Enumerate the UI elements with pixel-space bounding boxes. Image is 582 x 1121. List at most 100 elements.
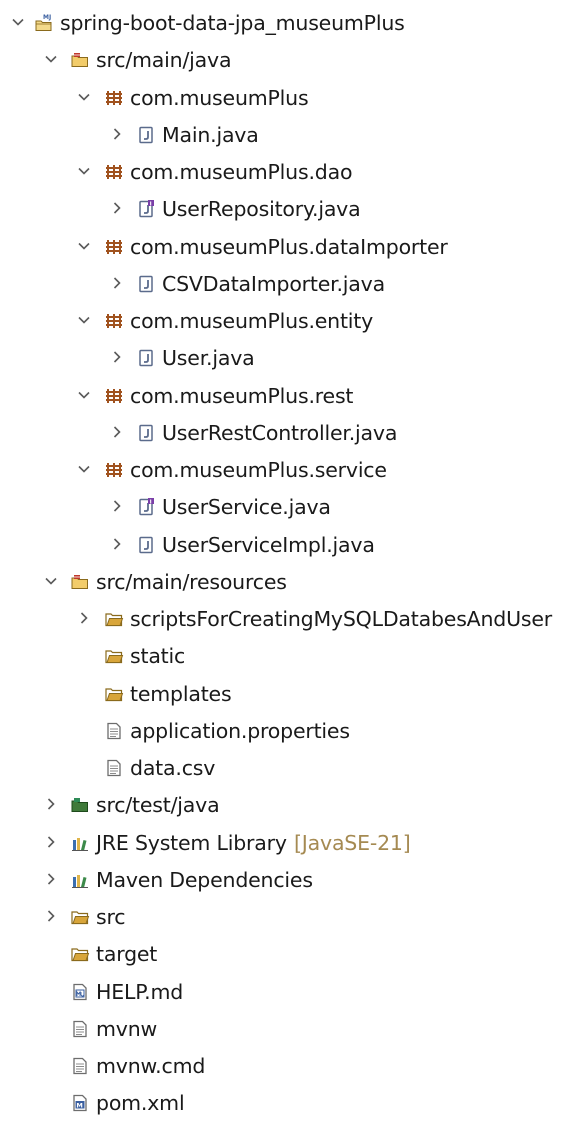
chevron-right-icon[interactable] xyxy=(108,125,126,143)
chevron-right-icon[interactable] xyxy=(108,199,126,217)
library-icon xyxy=(70,833,90,853)
tree-item-templates[interactable]: templates xyxy=(0,676,582,712)
tree-item-scriptsforcreatingmysqldatabesanduser[interactable]: scriptsForCreatingMySQLDatabesAndUser xyxy=(0,601,582,637)
tree-item-label: UserService.java xyxy=(162,495,331,520)
tree-item-com-museumplus-dataimporter[interactable]: com.museumPlus.dataImporter xyxy=(0,229,582,265)
tree-item-label: User.java xyxy=(162,346,255,371)
tree-item-decoration: [JavaSE-21] xyxy=(294,830,411,855)
chevron-right-icon[interactable] xyxy=(108,423,126,441)
tree-item-label: Maven Dependencies xyxy=(96,867,313,892)
tree-item-label: HELP.md xyxy=(96,979,184,1004)
chevron-down-icon[interactable] xyxy=(75,460,93,478)
tree-item-label: UserRepository.java xyxy=(162,197,361,222)
project-icon: MJ xyxy=(34,13,54,33)
maven-pom-file-icon: M xyxy=(70,1093,90,1113)
svg-text:I: I xyxy=(150,500,152,506)
java-interface-icon: I xyxy=(136,497,156,517)
java-class-icon xyxy=(136,125,156,145)
tree-item-userrepository-java[interactable]: I UserRepository.java xyxy=(0,191,582,227)
tree-item-label: static xyxy=(130,644,186,669)
folder-icon xyxy=(104,609,124,629)
tree-item-label: com.museumPlus.service xyxy=(130,458,387,482)
tree-item-application-properties[interactable]: application.properties xyxy=(0,713,582,749)
java-class-icon xyxy=(136,348,156,368)
tree-item-data-csv[interactable]: data.csv xyxy=(0,750,582,786)
chevron-right-icon[interactable] xyxy=(42,907,60,925)
java-class-icon xyxy=(136,423,156,443)
source-folder-icon xyxy=(70,50,90,70)
tree-item-src[interactable]: src xyxy=(0,899,582,935)
tree-item-src-main-java[interactable]: src/main/java xyxy=(0,42,582,78)
tree-item-mvnw[interactable]: mvnw xyxy=(0,1011,582,1047)
tree-item-src-test-java[interactable]: src/test/java xyxy=(0,787,582,823)
svg-text:MJ: MJ xyxy=(43,14,51,21)
package-icon xyxy=(104,237,124,257)
chevron-down-icon[interactable] xyxy=(75,311,93,329)
chevron-right-icon[interactable] xyxy=(42,795,60,813)
chevron-down-icon[interactable] xyxy=(75,162,93,180)
tree-item-static[interactable]: static xyxy=(0,638,582,674)
tree-item-main-java[interactable]: Main.java xyxy=(0,117,582,153)
tree-item-com-museumplus[interactable]: com.museumPlus xyxy=(0,80,582,116)
tree-item-userserviceimpl-java[interactable]: UserServiceImpl.java xyxy=(0,527,582,563)
library-icon xyxy=(70,870,90,890)
source-folder-icon xyxy=(70,572,90,592)
tree-item-label: pom.xml xyxy=(96,1091,185,1116)
svg-text:M: M xyxy=(76,1102,82,1110)
java-class-icon xyxy=(136,535,156,555)
chevron-down-icon[interactable] xyxy=(42,50,60,68)
test-source-folder-icon xyxy=(70,795,90,815)
tree-item-label: com.museumPlus.dao xyxy=(130,160,353,184)
chevron-right-icon[interactable] xyxy=(108,535,126,553)
tree-item-csvdataimporter-java[interactable]: CSVDataImporter.java xyxy=(0,266,582,302)
tree-item-label: data.csv xyxy=(130,756,216,780)
tree-item-jre-system-library[interactable]: JRE System Library [JavaSE-21] xyxy=(0,825,582,861)
tree-item-label: scriptsForCreatingMySQLDatabesAndUser xyxy=(130,607,553,631)
chevron-right-icon[interactable] xyxy=(108,497,126,515)
chevron-down-icon[interactable] xyxy=(75,88,93,106)
tree-item-label: com.museumPlus.rest xyxy=(130,383,354,408)
java-interface-icon: I xyxy=(136,199,156,219)
chevron-down-icon[interactable] xyxy=(75,386,93,404)
tree-item-label: spring-boot-data-jpa_museumPlus xyxy=(60,11,405,35)
chevron-right-icon[interactable] xyxy=(42,870,60,888)
chevron-right-icon[interactable] xyxy=(75,609,93,627)
chevron-down-icon[interactable] xyxy=(42,572,60,590)
folder-icon xyxy=(104,684,124,704)
tree-item-label: application.properties xyxy=(130,718,350,743)
tree-item-userrestcontroller-java[interactable]: UserRestController.java xyxy=(0,415,582,451)
chevron-right-icon[interactable] xyxy=(42,833,60,851)
tree-item-userservice-java[interactable]: I UserService.java xyxy=(0,489,582,525)
text-file-icon xyxy=(104,758,124,778)
chevron-right-icon[interactable] xyxy=(108,348,126,366)
tree-item-com-museumplus-dao[interactable]: com.museumPlus.dao xyxy=(0,154,582,190)
tree-item-maven-dependencies[interactable]: Maven Dependencies xyxy=(0,862,582,898)
tree-item-label: mvnw.cmd xyxy=(96,1054,206,1078)
tree-item-spring-boot-data-jpa_museumPlus[interactable]: MJ spring-boot-data-jpa_museumPlus xyxy=(0,5,582,41)
tree-item-src-main-resources[interactable]: src/main/resources xyxy=(0,564,582,600)
package-icon xyxy=(104,162,124,182)
chevron-right-icon[interactable] xyxy=(108,274,126,292)
tree-item-label: target xyxy=(96,942,158,967)
tree-item-label: templates xyxy=(130,681,232,706)
package-icon xyxy=(104,460,124,480)
tree-item-pom-xml[interactable]: Mpom.xml xyxy=(0,1085,582,1121)
tree-item-label: src/test/java xyxy=(96,793,220,818)
tree-item-user-java[interactable]: User.java xyxy=(0,340,582,376)
tree-item-mvnw-cmd[interactable]: mvnw.cmd xyxy=(0,1048,582,1084)
tree-item-label: com.museumPlus.entity xyxy=(130,309,374,333)
package-icon xyxy=(104,88,124,108)
tree-item-label: UserRestController.java xyxy=(162,420,398,445)
tree-item-label: CSVDataImporter.java xyxy=(162,271,385,296)
tree-item-help-md[interactable]: HELP.md xyxy=(0,974,582,1010)
tree-item-com-museumplus-rest[interactable]: com.museumPlus.rest xyxy=(0,378,582,414)
markdown-file-icon xyxy=(70,982,90,1002)
tree-item-label: src xyxy=(96,905,126,929)
tree-item-target[interactable]: target xyxy=(0,936,582,972)
chevron-down-icon[interactable] xyxy=(75,237,93,255)
tree-item-com-museumplus-service[interactable]: com.museumPlus.service xyxy=(0,452,582,488)
folder-icon xyxy=(70,944,90,964)
tree-item-label: com.museumPlus.dataImporter xyxy=(130,234,448,259)
tree-item-com-museumplus-entity[interactable]: com.museumPlus.entity xyxy=(0,303,582,339)
chevron-down-icon[interactable] xyxy=(9,13,27,31)
